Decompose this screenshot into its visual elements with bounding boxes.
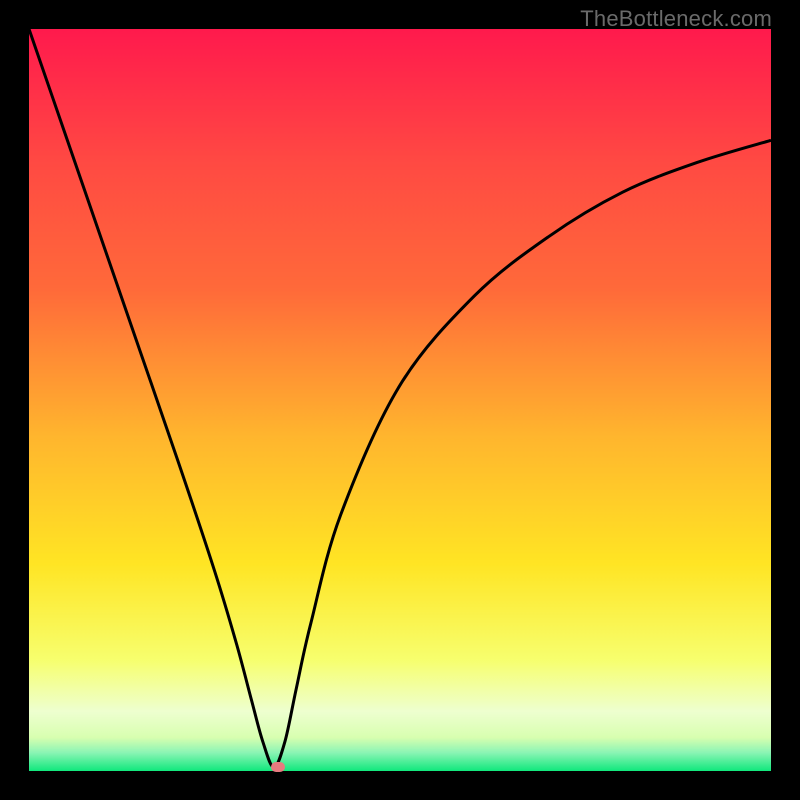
chart-frame (29, 29, 771, 771)
bottleneck-curve (29, 29, 771, 767)
optimal-marker (271, 762, 285, 772)
curve-layer (29, 29, 771, 771)
watermark-text: TheBottleneck.com (580, 6, 772, 32)
